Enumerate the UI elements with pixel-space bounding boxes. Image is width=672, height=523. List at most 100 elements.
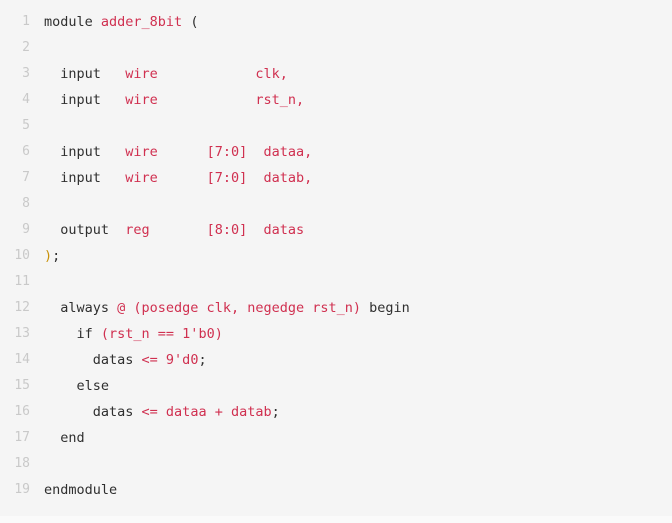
line-number: 16 xyxy=(14,404,30,419)
line-number: 6 xyxy=(22,144,30,159)
code-line-text: if (rst_n == 1'b0) xyxy=(44,321,223,347)
code-token: end xyxy=(44,430,85,446)
code-line[interactable]: 4 input wire rst_n, xyxy=(0,87,672,113)
code-line-text: endmodule xyxy=(44,477,117,503)
line-number: 3 xyxy=(22,66,30,81)
code-line-text: else xyxy=(44,373,110,399)
line-number: 14 xyxy=(14,352,30,367)
code-line[interactable]: 2 xyxy=(0,35,672,61)
code-line[interactable]: 9 output reg [8:0] datas xyxy=(0,217,672,243)
code-line[interactable]: 3 input wire clk, xyxy=(0,61,672,87)
code-token: module xyxy=(44,14,101,30)
code-line-text: end xyxy=(44,425,85,451)
code-token: datas xyxy=(44,404,142,420)
code-token: ; xyxy=(198,352,207,368)
code-token: input xyxy=(44,66,126,82)
editor-bottom-band xyxy=(0,516,672,523)
code-line[interactable]: 8 xyxy=(0,191,672,217)
line-number: 2 xyxy=(22,40,30,55)
line-number: 9 xyxy=(22,222,30,237)
code-line-text: datas <= dataa + datab; xyxy=(44,399,280,425)
code-line[interactable]: 5 xyxy=(0,113,672,139)
line-number: 1 xyxy=(22,14,30,29)
code-token: ) xyxy=(44,248,53,264)
code-token: if xyxy=(44,326,101,342)
code-line-text: input wire clk, xyxy=(44,61,288,87)
line-number: 4 xyxy=(22,92,30,107)
line-number: 11 xyxy=(14,274,30,289)
code-token: <= dataa + datab xyxy=(141,404,272,420)
code-line[interactable]: 16 datas <= dataa + datab; xyxy=(0,399,672,425)
line-number: 7 xyxy=(22,170,30,185)
code-token: (rst_n == 1'b0) xyxy=(100,326,223,342)
code-token: input xyxy=(44,92,126,108)
code-token: @ (posedge clk, negedge rst_n) xyxy=(117,300,361,316)
code-token: wire xyxy=(125,66,158,82)
code-token: wire xyxy=(125,170,158,186)
code-token: adder_8bit xyxy=(100,14,183,30)
line-number: 15 xyxy=(14,378,30,393)
code-line[interactable]: 13 if (rst_n == 1'b0) xyxy=(0,321,672,347)
line-number: 17 xyxy=(14,430,30,445)
code-token: wire xyxy=(125,92,158,108)
code-line[interactable]: 19 endmodule xyxy=(0,477,672,503)
code-token: ; xyxy=(271,404,280,420)
code-content-area[interactable]: 1 module adder_8bit (2 3 input wire clk, 4 … xyxy=(0,0,672,523)
code-token: datas xyxy=(263,222,305,238)
code-line-text: input wire [7:0] dataa, xyxy=(44,139,312,165)
code-token: else xyxy=(44,378,110,394)
code-token: wire xyxy=(125,144,158,160)
code-token: [8:0] xyxy=(206,222,248,238)
code-token: begin xyxy=(361,300,410,316)
code-token: reg xyxy=(125,222,150,238)
code-token: output xyxy=(44,222,126,238)
code-token: [7:0] xyxy=(206,144,248,160)
code-token: endmodule xyxy=(44,482,118,498)
code-line[interactable]: 7 input wire [7:0] datab, xyxy=(0,165,672,191)
code-line-text: output reg [8:0] datas xyxy=(44,217,304,243)
code-token: rst_n, xyxy=(255,92,305,108)
code-line[interactable]: 18 xyxy=(0,451,672,477)
code-token: datab, xyxy=(263,170,313,186)
code-token: clk, xyxy=(255,66,288,82)
code-line[interactable]: 10); xyxy=(0,243,672,269)
code-token: <= 9'd0 xyxy=(141,352,199,368)
code-line-text: module adder_8bit ( xyxy=(44,9,198,35)
line-number: 10 xyxy=(14,248,30,263)
line-number: 19 xyxy=(14,482,30,497)
code-line[interactable]: 1 module adder_8bit ( xyxy=(0,9,672,35)
line-number: 8 xyxy=(22,196,30,211)
code-token: ( xyxy=(190,14,199,30)
code-token: [7:0] xyxy=(206,170,248,186)
line-number: 18 xyxy=(14,456,30,471)
code-token: always xyxy=(44,300,118,316)
code-line[interactable]: 17 end xyxy=(0,425,672,451)
code-line[interactable]: 15 else xyxy=(0,373,672,399)
code-line-text: input wire [7:0] datab, xyxy=(44,165,312,191)
code-token: dataa, xyxy=(263,144,313,160)
code-line[interactable]: 14 datas <= 9'd0; xyxy=(0,347,672,373)
code-token: datas xyxy=(44,352,142,368)
code-line-text: input wire rst_n, xyxy=(44,87,304,113)
line-number: 5 xyxy=(22,118,30,133)
code-line-text: ); xyxy=(44,243,60,269)
code-line-text: datas <= 9'd0; xyxy=(44,347,207,373)
line-number: 13 xyxy=(14,326,30,341)
code-line[interactable]: 11 xyxy=(0,269,672,295)
code-line[interactable]: 6 input wire [7:0] dataa, xyxy=(0,139,672,165)
line-number: 12 xyxy=(14,300,30,315)
code-line-text: always @ (posedge clk, negedge rst_n) be… xyxy=(44,295,410,321)
code-token: input xyxy=(44,170,126,186)
code-line[interactable]: 12 always @ (posedge clk, negedge rst_n)… xyxy=(0,295,672,321)
code-token: ; xyxy=(52,248,61,264)
code-editor: 1 module adder_8bit (2 3 input wire clk, 4 … xyxy=(0,0,672,523)
code-token: input xyxy=(44,144,126,160)
